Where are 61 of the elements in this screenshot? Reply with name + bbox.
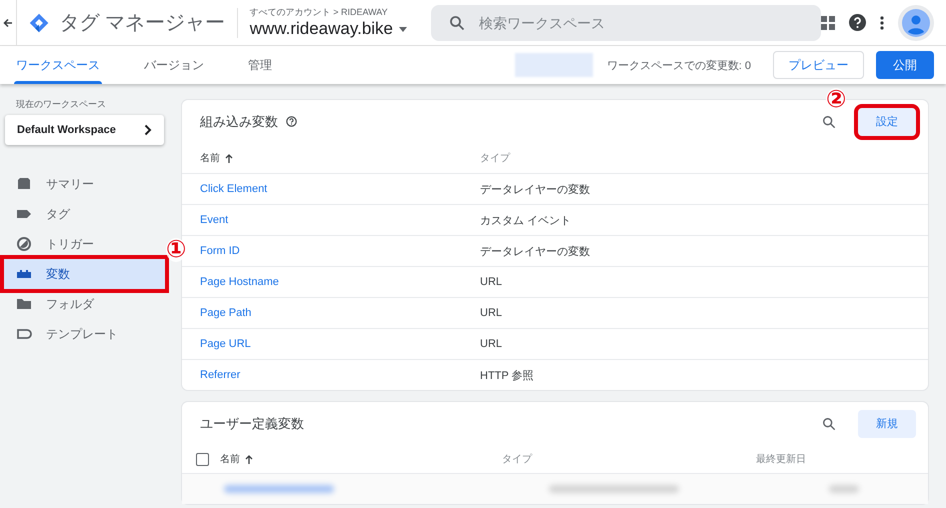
sidebar-item[interactable]: サマリー <box>4 169 165 199</box>
workspace-selector[interactable]: Default Workspace <box>5 115 164 145</box>
annotation-number: ① <box>166 238 186 262</box>
sidebar-item[interactable]: タグ <box>4 199 165 229</box>
search-icon[interactable] <box>822 114 836 128</box>
circle-icon <box>16 236 32 252</box>
sidebar-item[interactable]: トリガー <box>4 229 165 259</box>
sort-arrow-icon[interactable] <box>245 454 253 464</box>
box-icon <box>16 176 32 192</box>
sidebar-item[interactable]: フォルダ <box>4 289 165 319</box>
help-icon[interactable] <box>286 116 297 127</box>
changes-count: ワークスペースでの変更数: 0 <box>606 58 751 72</box>
sidebar-item[interactable]: テンプレート <box>4 319 165 349</box>
variable-link[interactable]: Page Path <box>200 307 480 319</box>
template-icon <box>16 326 32 342</box>
publish-button[interactable]: 公開 <box>876 51 934 79</box>
settings-button[interactable]: 設定 <box>858 108 916 136</box>
search-icon[interactable] <box>449 14 466 30</box>
workspace-label: 現在のワークスペース <box>16 98 107 111</box>
table-cell-text: データレイヤーの変数 <box>480 182 591 196</box>
blurred-text <box>829 485 859 493</box>
back-icon[interactable] <box>3 18 14 28</box>
table-cell-text: URL <box>480 276 504 288</box>
tab[interactable]: ワークスペース <box>0 46 116 84</box>
more-icon[interactable] <box>880 16 884 30</box>
help-icon[interactable] <box>849 14 866 31</box>
table-cell-text: データレイヤーの変数 <box>480 244 591 258</box>
avatar-icon[interactable] <box>898 4 934 40</box>
chevron-icon[interactable] <box>144 124 152 136</box>
sidebar-item[interactable]: 変数 <box>4 259 165 289</box>
table-cell-text: URL <box>480 307 504 319</box>
tab[interactable]: 管理 <box>232 46 288 84</box>
search-icon[interactable] <box>822 416 836 430</box>
caret-icon[interactable] <box>399 26 408 32</box>
search-field[interactable]: 検索ワークスペース <box>431 4 822 40</box>
column-header: タイプ <box>502 452 534 466</box>
card-title: 組み込み変数 <box>200 112 278 130</box>
variable-link[interactable]: Page URL <box>200 338 480 350</box>
sort-arrow-icon[interactable] <box>225 154 233 162</box>
variable-link[interactable]: Page Hostname <box>200 276 480 288</box>
container-selector[interactable]: www.rideaway.bike <box>250 19 408 39</box>
column-header: 最終更新日 <box>756 452 807 466</box>
checkbox[interactable] <box>196 452 209 466</box>
breadcrumb[interactable]: すべてのアカウント > RIDEAWAY <box>250 6 408 19</box>
new-button[interactable]: 新規 <box>858 410 916 438</box>
table-cell-text: HTTP 参照 <box>480 368 535 382</box>
column-header[interactable]: 名前 <box>220 452 240 466</box>
variable-link[interactable]: Click Element <box>200 183 480 195</box>
column-header[interactable]: 名前 <box>200 151 220 165</box>
tab[interactable]: バージョン <box>128 46 220 84</box>
variable-link[interactable]: Event <box>200 214 480 226</box>
variable-link[interactable]: Form ID <box>200 245 480 257</box>
apps-icon[interactable] <box>821 16 836 30</box>
table-cell-text: URL <box>480 338 504 350</box>
product-name: タグ マネージャー <box>59 11 225 36</box>
table-cell-text: カスタム イベント <box>480 214 572 228</box>
variable-link[interactable]: Referrer <box>200 369 480 381</box>
preview-button[interactable]: プレビュー <box>773 51 864 79</box>
card-title: ユーザー定義変数 <box>200 414 304 432</box>
column-header: タイプ <box>480 152 512 165</box>
folder-icon <box>16 296 32 312</box>
